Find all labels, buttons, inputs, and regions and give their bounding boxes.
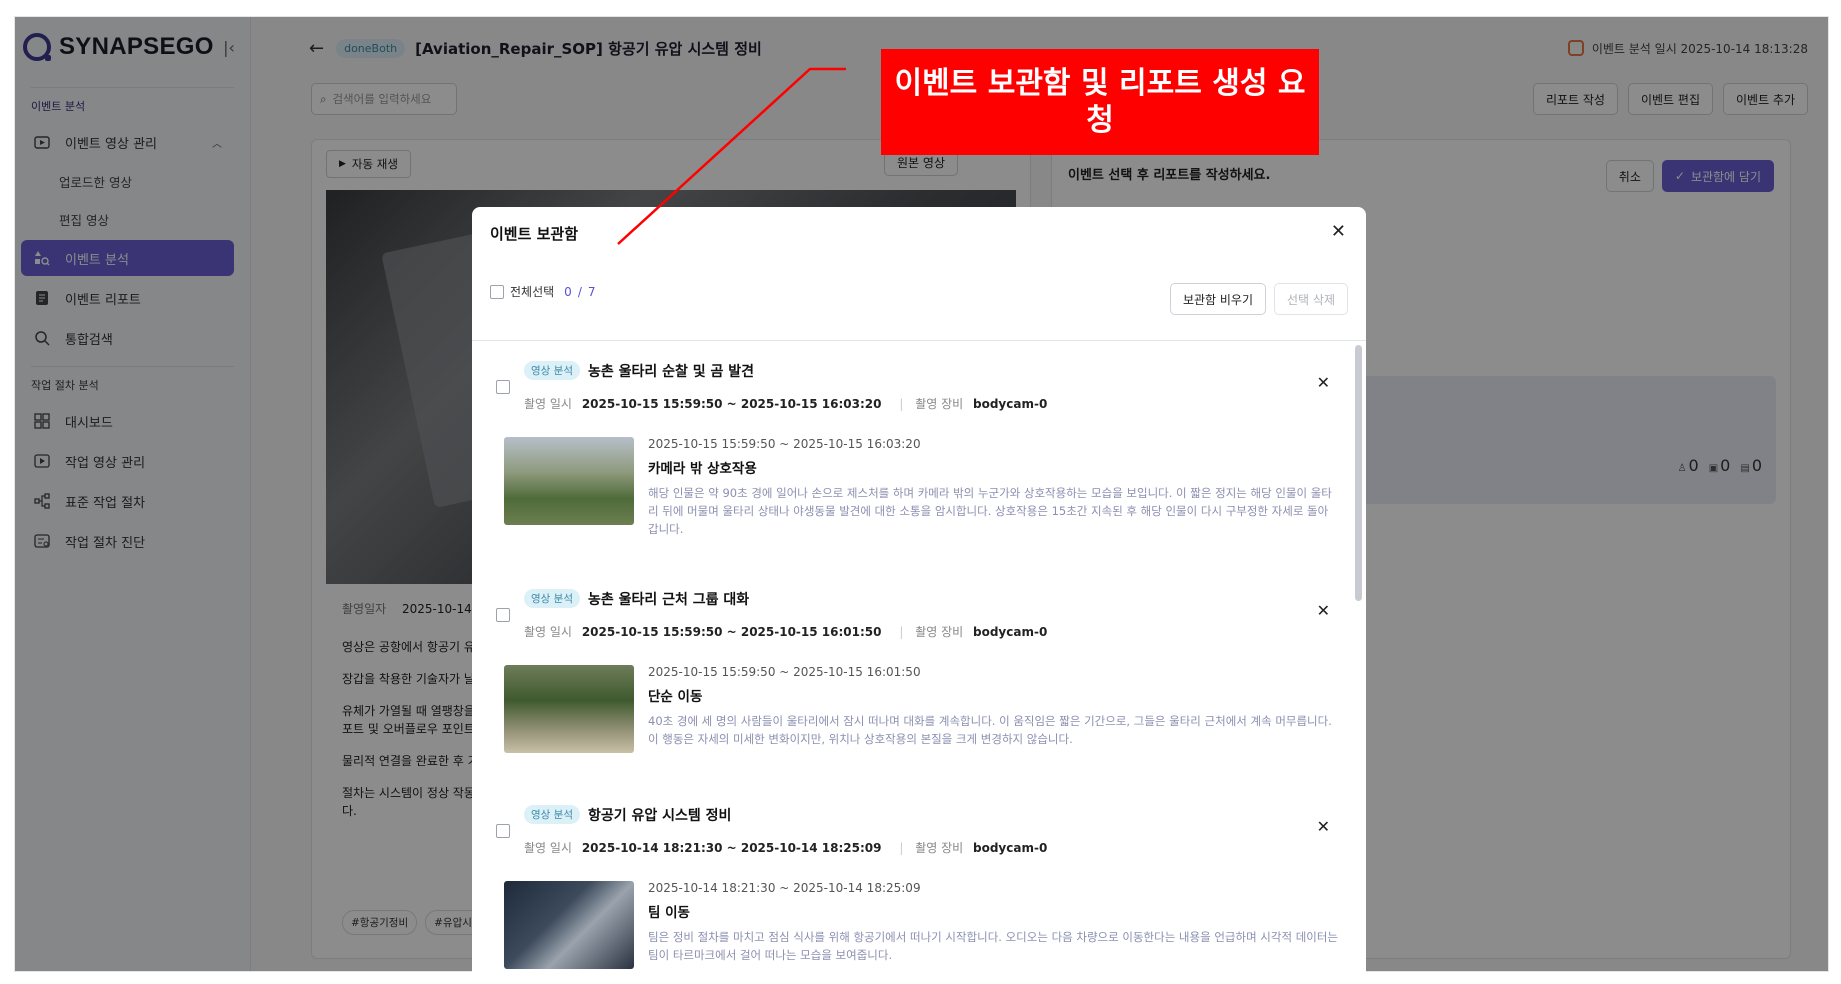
event-badge: 영상 분석 [524, 589, 580, 608]
event-header: 영상 분석 농촌 울타리 근처 그룹 대화 촬영 일시 2025-10-15 1… [472, 569, 1352, 665]
select-all-checkbox[interactable] [490, 284, 504, 299]
remove-event-icon[interactable]: ✕ [1317, 373, 1330, 392]
time-value: 2025-10-15 15:59:50 ~ 2025-10-15 16:01:5… [581, 625, 882, 639]
event-checkbox[interactable] [496, 608, 510, 622]
clip-item[interactable]: 2025-10-15 15:59:50 ~ 2025-10-15 16:01:5… [472, 665, 1352, 785]
close-icon[interactable]: ✕ [1331, 221, 1346, 242]
event-checkbox[interactable] [496, 824, 510, 838]
device-value: bodycam-0 [973, 625, 1048, 639]
time-label: 촬영 일시 [524, 397, 572, 411]
select-all-label: 전체선택 [510, 285, 555, 299]
clip-thumbnail[interactable] [504, 665, 634, 753]
remove-event-icon[interactable]: ✕ [1317, 601, 1330, 620]
empty-box-button[interactable]: 보관함 비우기 [1169, 283, 1267, 315]
clip-title: 카메라 밖 상호작용 [648, 461, 757, 477]
separator: | [899, 397, 904, 411]
event-meta: 촬영 일시 2025-10-14 18:21:30 ~ 2025-10-14 1… [524, 839, 1053, 856]
clip-time: 2025-10-15 15:59:50 ~ 2025-10-15 16:01:5… [648, 665, 921, 679]
modal-title: 이벤트 보관함 [490, 225, 579, 243]
device-value: bodycam-0 [973, 841, 1048, 855]
clip-title: 단순 이동 [648, 689, 703, 705]
event-title: 농촌 울타리 순찰 및 곰 발견 [588, 364, 755, 380]
selected-count: 0 [564, 284, 572, 299]
event-checkbox[interactable] [496, 380, 510, 394]
scrollbar[interactable] [1355, 345, 1362, 601]
event-title: 농촌 울타리 근처 그룹 대화 [588, 592, 750, 608]
time-label: 촬영 일시 [524, 841, 572, 855]
device-value: bodycam-0 [973, 397, 1048, 411]
separator: | [899, 841, 904, 855]
clip-description: 해당 인물은 약 90초 경에 일어나 손으로 제스처를 하며 카메라 밖의 누… [648, 486, 1332, 536]
clip-description: 40초 경에 세 명의 사람들이 울타리에서 잠시 떠나며 대화를 계속합니다.… [648, 714, 1332, 746]
annotation-callout: 이벤트 보관함 및 리포트 생성 요청 [881, 49, 1319, 155]
modal-actions: 보관함 비우기 선택 삭제 [1169, 283, 1348, 315]
event-meta: 촬영 일시 2025-10-15 15:59:50 ~ 2025-10-15 1… [524, 395, 1053, 412]
total-count: 7 [587, 284, 596, 299]
device-label: 촬영 장비 [915, 397, 964, 411]
event-item: 영상 분석 농촌 울타리 근처 그룹 대화 촬영 일시 2025-10-15 1… [472, 569, 1352, 785]
delete-selected-button[interactable]: 선택 삭제 [1274, 283, 1348, 315]
time-value: 2025-10-14 18:21:30 ~ 2025-10-14 18:25:0… [581, 841, 882, 855]
event-header: 영상 분석 농촌 울타리 순찰 및 곰 발견 촬영 일시 2025-10-15 … [472, 341, 1352, 437]
count-separator: / [577, 284, 582, 299]
event-badge: 영상 분석 [524, 805, 580, 824]
remove-event-icon[interactable]: ✕ [1317, 817, 1330, 836]
device-label: 촬영 장비 [915, 625, 964, 639]
clip-time: 2025-10-14 18:21:30 ~ 2025-10-14 18:25:0… [648, 881, 921, 895]
time-value: 2025-10-15 15:59:50 ~ 2025-10-15 16:03:2… [581, 397, 882, 411]
separator: | [899, 625, 904, 639]
event-badge: 영상 분석 [524, 361, 580, 380]
event-list: 영상 분석 농촌 울타리 순찰 및 곰 발견 촬영 일시 2025-10-15 … [472, 341, 1352, 984]
event-item: 영상 분석 항공기 유압 시스템 정비 촬영 일시 2025-10-14 18:… [472, 785, 1352, 984]
clip-item[interactable]: 2025-10-14 18:21:30 ~ 2025-10-14 18:25:0… [472, 881, 1352, 984]
clip-time: 2025-10-15 15:59:50 ~ 2025-10-15 16:03:2… [648, 437, 921, 451]
clip-title: 팀 이동 [648, 905, 690, 921]
event-meta: 촬영 일시 2025-10-15 15:59:50 ~ 2025-10-15 1… [524, 623, 1053, 640]
clip-item[interactable]: 2025-10-15 15:59:50 ~ 2025-10-15 16:03:2… [472, 437, 1352, 569]
device-label: 촬영 장비 [915, 841, 964, 855]
event-title: 항공기 유압 시스템 정비 [588, 808, 732, 824]
event-item: 영상 분석 농촌 울타리 순찰 및 곰 발견 촬영 일시 2025-10-15 … [472, 341, 1352, 569]
event-box-modal: 이벤트 보관함 ✕ 전체선택 0 / 7 보관함 비우기 선택 삭제 영상 분석… [472, 207, 1366, 984]
clip-thumbnail[interactable] [504, 437, 634, 525]
clip-description: 팀은 정비 절차를 마치고 점심 식사를 위해 항공기에서 떠나기 시작합니다.… [648, 930, 1339, 962]
select-all-row: 전체선택 0 / 7 [490, 283, 596, 300]
time-label: 촬영 일시 [524, 625, 572, 639]
event-header: 영상 분석 항공기 유압 시스템 정비 촬영 일시 2025-10-14 18:… [472, 785, 1352, 881]
clip-thumbnail[interactable] [504, 881, 634, 969]
